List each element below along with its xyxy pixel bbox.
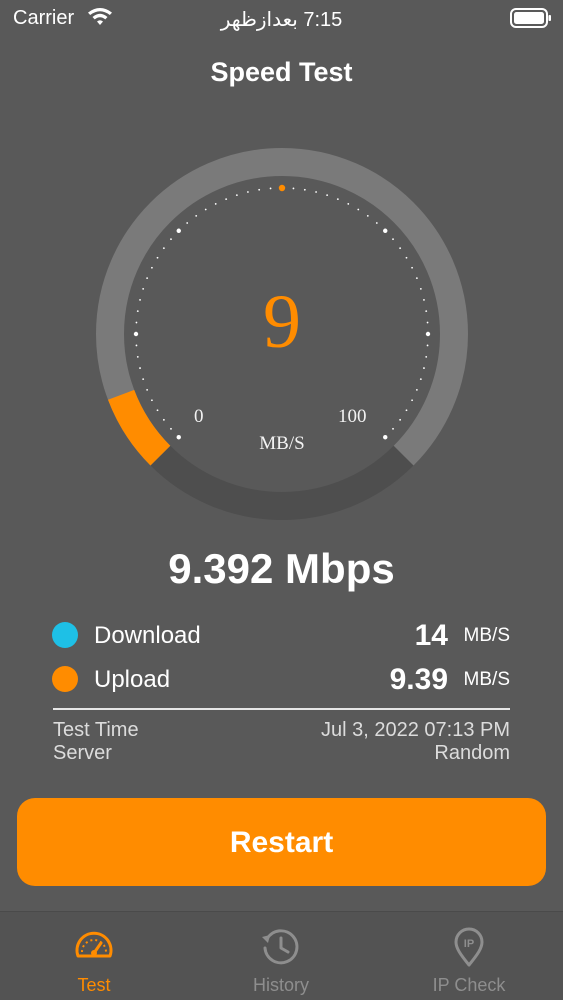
info-values: Jul 3, 2022 07:13 PM Random bbox=[321, 719, 510, 765]
status-time: 7:15 بعدازظهر bbox=[220, 9, 343, 31]
gauge-top-marker bbox=[278, 184, 286, 192]
gauge-minor-tick bbox=[347, 203, 350, 205]
divider bbox=[53, 708, 510, 710]
gauge-minor-tick bbox=[399, 247, 402, 250]
gauge-major-tick bbox=[176, 228, 181, 233]
gauge-minor-tick bbox=[375, 222, 378, 224]
tab-test-label: Test bbox=[77, 975, 111, 995]
upload-label: Upload bbox=[94, 666, 171, 693]
gauge-minor-tick bbox=[415, 388, 418, 391]
gauge-minor-tick bbox=[235, 194, 238, 197]
gauge-minor-tick bbox=[162, 418, 165, 421]
gauge-minor-tick bbox=[415, 277, 418, 280]
gauge-minor-tick bbox=[366, 214, 369, 217]
gauge-minor-tick bbox=[326, 194, 329, 197]
gauge-minor-tick bbox=[162, 247, 165, 250]
gauge-track-bottom bbox=[150, 445, 414, 520]
upload-value: 9.39 bbox=[389, 663, 448, 696]
speed-gauge: 9 0 100 MB/S bbox=[84, 136, 480, 532]
restart-button[interactable]: Restart bbox=[17, 798, 546, 886]
page-title: Speed Test bbox=[210, 57, 353, 87]
gauge-minor-tick bbox=[139, 367, 141, 369]
gauge-minor-tick bbox=[258, 188, 261, 191]
gauge-minor-tick bbox=[419, 378, 422, 381]
tab-bar: Test History IP IP Check bbox=[0, 911, 563, 1000]
gauge-minor-tick bbox=[315, 191, 317, 193]
battery-icon bbox=[510, 8, 551, 28]
gauge-minor-tick bbox=[292, 187, 295, 190]
gauge-minor-tick bbox=[146, 388, 149, 391]
download-label: Download bbox=[94, 622, 201, 649]
gauge-minor-tick bbox=[411, 399, 413, 402]
gauge-minor-tick bbox=[151, 399, 153, 402]
gauge-minor-tick bbox=[392, 238, 394, 241]
upload-unit: MB/S bbox=[463, 669, 510, 690]
gauge-minor-tick bbox=[405, 409, 408, 412]
tab-history[interactable]: History bbox=[187, 912, 375, 1000]
gauge-minor-tick bbox=[405, 256, 408, 259]
gauge-major-tick bbox=[383, 228, 388, 233]
gauge-minor-tick bbox=[225, 198, 228, 201]
speed-readout: 9.392 Mbps bbox=[168, 545, 395, 592]
gauge-minor-tick bbox=[423, 367, 425, 369]
test-time-value: Jul 3, 2022 07:13 PM bbox=[320, 719, 510, 741]
gauge-minor-tick bbox=[411, 266, 413, 269]
status-bar: Carrier 7:15 بعدازظهر bbox=[0, 0, 563, 38]
tab-ip-check-label: IP Check bbox=[432, 975, 506, 995]
ip-location-icon: IP bbox=[454, 927, 484, 967]
gauge-min-label: 0 bbox=[194, 406, 204, 427]
gauge-minor-tick bbox=[214, 203, 217, 205]
tab-history-label: History bbox=[252, 975, 309, 995]
speed-test-screen: Carrier 7:15 بعدازظهر Speed Test 9 0 100… bbox=[0, 0, 563, 1000]
download-row: Download 14 MB/S bbox=[52, 617, 512, 653]
upload-row: Upload 9.39 MB/S bbox=[52, 661, 512, 697]
gauge-minor-tick bbox=[170, 427, 172, 430]
download-unit: MB/S bbox=[463, 625, 510, 646]
gauge-minor-tick bbox=[336, 198, 339, 201]
download-dot-icon bbox=[52, 622, 78, 648]
gauge-minor-tick bbox=[151, 266, 153, 269]
gauge-value: 9 bbox=[263, 280, 301, 364]
gauge-minor-tick bbox=[146, 277, 149, 280]
gauge-minor-tick bbox=[204, 208, 207, 211]
test-time-label: Test Time bbox=[53, 719, 139, 741]
speedometer-icon bbox=[75, 931, 113, 958]
gauge-minor-tick bbox=[142, 378, 145, 381]
gauge-unit-label: MB/S bbox=[259, 433, 305, 454]
gauge-minor-tick bbox=[156, 409, 159, 412]
upload-dot-icon bbox=[52, 666, 78, 692]
tab-ip-check[interactable]: IP IP Check bbox=[375, 912, 563, 1000]
tab-test[interactable]: Test bbox=[0, 912, 188, 1000]
gauge-minor-tick bbox=[156, 256, 159, 259]
gauge-minor-tick bbox=[399, 418, 402, 421]
gauge-minor-tick bbox=[247, 191, 249, 193]
gauge-minor-tick bbox=[195, 214, 198, 217]
history-icon bbox=[262, 929, 299, 965]
svg-text:IP: IP bbox=[464, 938, 474, 950]
info-labels: Test Time Server bbox=[53, 719, 139, 765]
download-value: 14 bbox=[414, 619, 448, 652]
gauge-minor-tick bbox=[269, 187, 272, 190]
gauge-minor-tick bbox=[357, 208, 360, 211]
gauge-max-label: 100 bbox=[338, 406, 367, 427]
server-label: Server bbox=[53, 742, 112, 764]
gauge-minor-tick bbox=[186, 222, 189, 224]
server-value: Random bbox=[434, 742, 510, 764]
gauge-minor-tick bbox=[170, 238, 172, 241]
gauge-minor-tick bbox=[392, 427, 394, 430]
gauge-minor-tick bbox=[303, 188, 306, 191]
